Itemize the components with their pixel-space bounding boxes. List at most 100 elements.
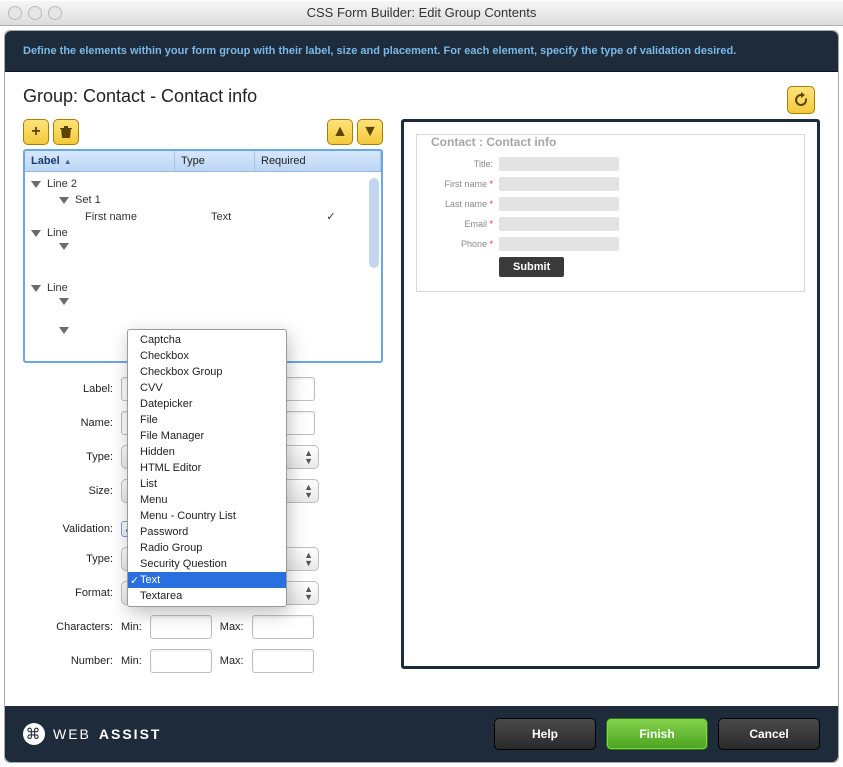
characters-label: Characters: bbox=[23, 621, 121, 633]
type-field-label: Type: bbox=[23, 451, 121, 463]
content-area: Group: Contact - Contact info + bbox=[5, 72, 838, 706]
type-option[interactable]: Checkbox Group bbox=[128, 364, 286, 380]
preview-field-label: First name * bbox=[431, 179, 499, 189]
sort-indicator-icon: ▲ bbox=[64, 157, 72, 166]
type-option[interactable]: List bbox=[128, 476, 286, 492]
type-option[interactable]: File Manager bbox=[128, 428, 286, 444]
window-controls bbox=[8, 6, 62, 20]
brand-badge-icon: ⌘ bbox=[23, 723, 45, 745]
move-down-button[interactable]: ▼ bbox=[357, 119, 383, 145]
name-field-label: Name: bbox=[23, 417, 121, 429]
select-arrows-icon: ▲▼ bbox=[304, 551, 312, 567]
disclosure-icon[interactable] bbox=[31, 285, 41, 292]
minimize-window-icon[interactable] bbox=[28, 6, 42, 20]
disclosure-icon[interactable] bbox=[59, 197, 69, 204]
type-option[interactable]: CVV bbox=[128, 380, 286, 396]
type-option[interactable]: Checkbox bbox=[128, 348, 286, 364]
disclosure-icon[interactable] bbox=[31, 230, 41, 237]
column-required[interactable]: Required bbox=[255, 151, 381, 171]
tree-row[interactable]: Line 2 bbox=[31, 176, 375, 192]
type-dropdown[interactable]: CaptchaCheckboxCheckbox GroupCVVDatepick… bbox=[127, 329, 287, 607]
disclosure-icon[interactable] bbox=[59, 243, 69, 250]
label-field-label: Label: bbox=[23, 383, 121, 395]
scrollbar-thumb[interactable] bbox=[369, 178, 379, 268]
bottom-bar: ⌘ WEBASSIST Help Finish Cancel bbox=[5, 706, 838, 762]
size-field-label: Size: bbox=[23, 485, 121, 497]
preview-field-input bbox=[499, 197, 619, 211]
brand-logo: ⌘ WEBASSIST bbox=[23, 723, 161, 745]
preview-field-row: Phone * bbox=[431, 237, 790, 251]
chevron-up-icon: ▲ bbox=[332, 123, 348, 141]
preview-fieldset: Contact : Contact info Title: First name … bbox=[416, 134, 805, 292]
min-label: Min: bbox=[121, 621, 142, 633]
tree-row[interactable]: Line bbox=[31, 280, 375, 296]
select-arrows-icon: ▲▼ bbox=[304, 585, 312, 601]
tree-row[interactable] bbox=[31, 252, 375, 280]
preview-field-input bbox=[499, 157, 619, 171]
type-option[interactable]: Security Question bbox=[128, 556, 286, 572]
type-option[interactable]: File bbox=[128, 412, 286, 428]
type-option[interactable]: Menu - Country List bbox=[128, 508, 286, 524]
preview-field-row: Last name * bbox=[431, 197, 790, 211]
cancel-button[interactable]: Cancel bbox=[718, 718, 820, 750]
plus-icon: + bbox=[31, 123, 40, 141]
disclosure-icon[interactable] bbox=[31, 181, 41, 188]
refresh-button[interactable] bbox=[787, 86, 815, 114]
max-label: Max: bbox=[220, 621, 244, 633]
instruction-band: Define the elements within your form gro… bbox=[5, 31, 838, 72]
help-button[interactable]: Help bbox=[494, 718, 596, 750]
preview-legend: Contact : Contact info bbox=[431, 135, 790, 149]
finish-button[interactable]: Finish bbox=[606, 718, 708, 750]
type-option[interactable]: Text bbox=[128, 572, 286, 588]
column-label[interactable]: Label▲ bbox=[25, 151, 175, 171]
two-column-layout: + ▲ ▼ Label▲ Type bbox=[23, 119, 820, 696]
format-label: Format: bbox=[23, 587, 121, 599]
tree-row[interactable]: First nameText✓ bbox=[31, 208, 375, 225]
number-min-input[interactable] bbox=[150, 649, 212, 673]
type-option[interactable]: Menu bbox=[128, 492, 286, 508]
number-label: Number: bbox=[23, 655, 121, 667]
delete-button[interactable] bbox=[53, 119, 79, 145]
zoom-window-icon[interactable] bbox=[48, 6, 62, 20]
preview-field-row: First name * bbox=[431, 177, 790, 191]
window-title: CSS Form Builder: Edit Group Contents bbox=[307, 5, 537, 20]
move-up-button[interactable]: ▲ bbox=[327, 119, 353, 145]
type-option[interactable]: Datepicker bbox=[128, 396, 286, 412]
close-window-icon[interactable] bbox=[8, 6, 22, 20]
app-chrome: Define the elements within your form gro… bbox=[4, 30, 839, 763]
number-max-input[interactable] bbox=[252, 649, 314, 673]
preview-submit-button: Submit bbox=[499, 257, 564, 277]
tree-header: Label▲ Type Required bbox=[25, 151, 381, 172]
preview-frame: Contact : Contact info Title: First name … bbox=[401, 119, 820, 669]
preview-field-row: Title: bbox=[431, 157, 790, 171]
type-option[interactable]: Radio Group bbox=[128, 540, 286, 556]
preview-field-input bbox=[499, 177, 619, 191]
tree-row[interactable] bbox=[31, 296, 375, 307]
tree-row[interactable]: Line bbox=[31, 225, 375, 241]
select-arrows-icon: ▲▼ bbox=[304, 449, 312, 465]
characters-min-input[interactable] bbox=[150, 615, 212, 639]
min-label: Min: bbox=[121, 655, 142, 667]
titlebar: CSS Form Builder: Edit Group Contents bbox=[0, 0, 843, 26]
disclosure-icon[interactable] bbox=[59, 298, 69, 305]
right-column: Contact : Contact info Title: First name … bbox=[401, 119, 820, 696]
type-option[interactable]: Textarea bbox=[128, 588, 286, 604]
characters-max-input[interactable] bbox=[252, 615, 314, 639]
refresh-icon bbox=[793, 92, 809, 108]
window: CSS Form Builder: Edit Group Contents De… bbox=[0, 0, 843, 767]
column-type[interactable]: Type bbox=[175, 151, 255, 171]
group-heading: Group: Contact - Contact info bbox=[23, 86, 820, 107]
disclosure-icon[interactable] bbox=[59, 327, 69, 334]
tree-row[interactable]: Set 1 bbox=[31, 192, 375, 208]
type-option[interactable]: Password bbox=[128, 524, 286, 540]
preview-field-row: Email * bbox=[431, 217, 790, 231]
add-button[interactable]: + bbox=[23, 119, 49, 145]
trash-icon bbox=[60, 125, 72, 139]
left-column: + ▲ ▼ Label▲ Type bbox=[23, 119, 383, 696]
tree-row[interactable] bbox=[31, 241, 375, 252]
type-option[interactable]: Captcha bbox=[128, 332, 286, 348]
type-option[interactable]: Hidden bbox=[128, 444, 286, 460]
preview-field-label: Phone * bbox=[431, 239, 499, 249]
type-option[interactable]: HTML Editor bbox=[128, 460, 286, 476]
tree-toolbar: + ▲ ▼ bbox=[23, 119, 383, 145]
